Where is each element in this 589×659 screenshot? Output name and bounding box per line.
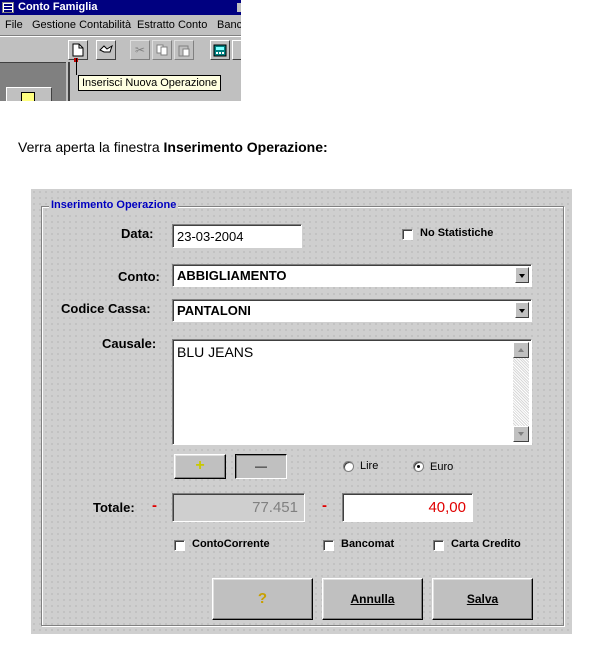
toolbar-more-button[interactable] [232,40,241,60]
hand-pointer-icon [99,44,113,53]
calculator-icon [213,44,227,57]
causale-label: Causale: [102,336,157,351]
intro-window-name: Inserimento Operazione [163,139,324,155]
menu-banc[interactable]: Banc [217,15,241,35]
salva-label: Salva [466,592,499,606]
totale-right-sign: - [322,497,327,514]
bancomat-label: Bancomat [341,538,395,550]
conto-dropdown-arrow-icon[interactable] [515,267,529,283]
lire-radio[interactable] [343,461,354,472]
data-label: Data: [121,226,154,241]
data-value: 23-03-2004 [177,229,244,244]
title-bar: Conto Famiglia [0,0,241,15]
intro-suffix: : [323,139,328,155]
scroll-up-icon[interactable] [513,342,529,358]
menu-file[interactable]: File [5,15,23,35]
no-statistiche-checkbox[interactable] [402,229,413,240]
left-pane [0,62,66,101]
totale-left-sign: - [152,497,157,514]
causale-textarea[interactable]: BLU JEANS [172,339,532,445]
app-icon [2,2,14,13]
help-question-icon: ? [257,590,268,607]
paste-button[interactable] [174,40,194,60]
tooltip: Inserisci Nuova Operazione [78,75,222,91]
group-title: Inserimento Operazione [49,199,179,212]
app-window-snippet: Conto Famiglia File Gestione Contabilità… [0,0,241,101]
totale-label: Totale: [93,500,135,515]
new-document-icon [72,43,84,57]
new-operation-button[interactable] [68,40,88,60]
plus-button[interactable]: + [174,454,226,479]
annulla-label: Annulla [350,592,395,606]
calculator-button[interactable] [210,40,230,60]
bancomat-checkbox[interactable] [323,540,334,551]
codice-cassa-value: PANTALONI [177,303,251,318]
carta-credito-checkbox[interactable] [433,540,444,551]
minus-button[interactable]: — [235,454,287,479]
intro-prefix: Verra aperta la finestra [18,139,164,155]
codice-cassa-select[interactable]: PANTALONI [172,299,532,322]
menu-bar: File Gestione Contabilità Estratto Conto… [0,15,241,35]
lire-label: Lire [360,460,379,472]
copy-button[interactable] [152,40,172,60]
conto-value: ABBIGLIAMENTO [177,268,287,283]
causale-scrollbar[interactable] [513,342,529,442]
conto-label: Conto: [118,269,160,284]
codice-cassa-label: Codice Cassa: [61,301,151,316]
no-statistiche-label: No Statistiche [420,227,494,239]
causale-value: BLU JEANS [177,344,254,360]
euro-label: Euro [430,461,454,473]
menu-gestione-contabilita[interactable]: Gestione Contabilità [32,15,131,35]
inserimento-operazione-dialog: Inserimento Operazione Data: 23-03-2004 … [31,189,572,634]
tooltip-pointer-line [76,58,77,75]
folder-icon [21,92,35,101]
scroll-down-icon[interactable] [513,426,529,442]
edit-operation-button[interactable] [96,40,116,60]
intro-sentence: Verra aperta la finestra Inserimento Ope… [18,139,328,155]
euro-radio[interactable] [413,461,424,472]
totale-euro-field[interactable]: 40,00 [342,493,473,522]
totale-lire-value: 77.451 [252,499,298,516]
conto-corrente-label: ContoCorrente [192,538,270,550]
conto-corrente-checkbox[interactable] [174,540,185,551]
totale-lire-field: 77.451 [172,493,305,522]
codice-cassa-dropdown-arrow-icon[interactable] [515,302,529,318]
left-pane-button[interactable] [6,87,52,101]
totale-euro-value: 40,00 [428,499,466,516]
toolbar-separator [0,35,241,37]
window-control-button[interactable] [237,3,241,12]
conto-select[interactable]: ABBIGLIAMENTO [172,264,532,287]
cut-button[interactable]: ✂ [130,40,150,60]
menu-estratto-conto[interactable]: Estratto Conto [137,15,207,35]
data-field[interactable]: 23-03-2004 [172,224,302,248]
salva-button[interactable]: Salva [432,578,533,620]
scissors-icon: ✂ [134,43,146,57]
copy-icon [156,44,168,56]
annulla-button[interactable]: Annulla [322,578,423,620]
pane-divider [68,62,70,101]
paste-icon [178,45,190,57]
help-button[interactable]: ? [212,578,313,620]
window-title: Conto Famiglia [18,1,98,13]
carta-credito-label: Carta Credito [451,538,521,550]
